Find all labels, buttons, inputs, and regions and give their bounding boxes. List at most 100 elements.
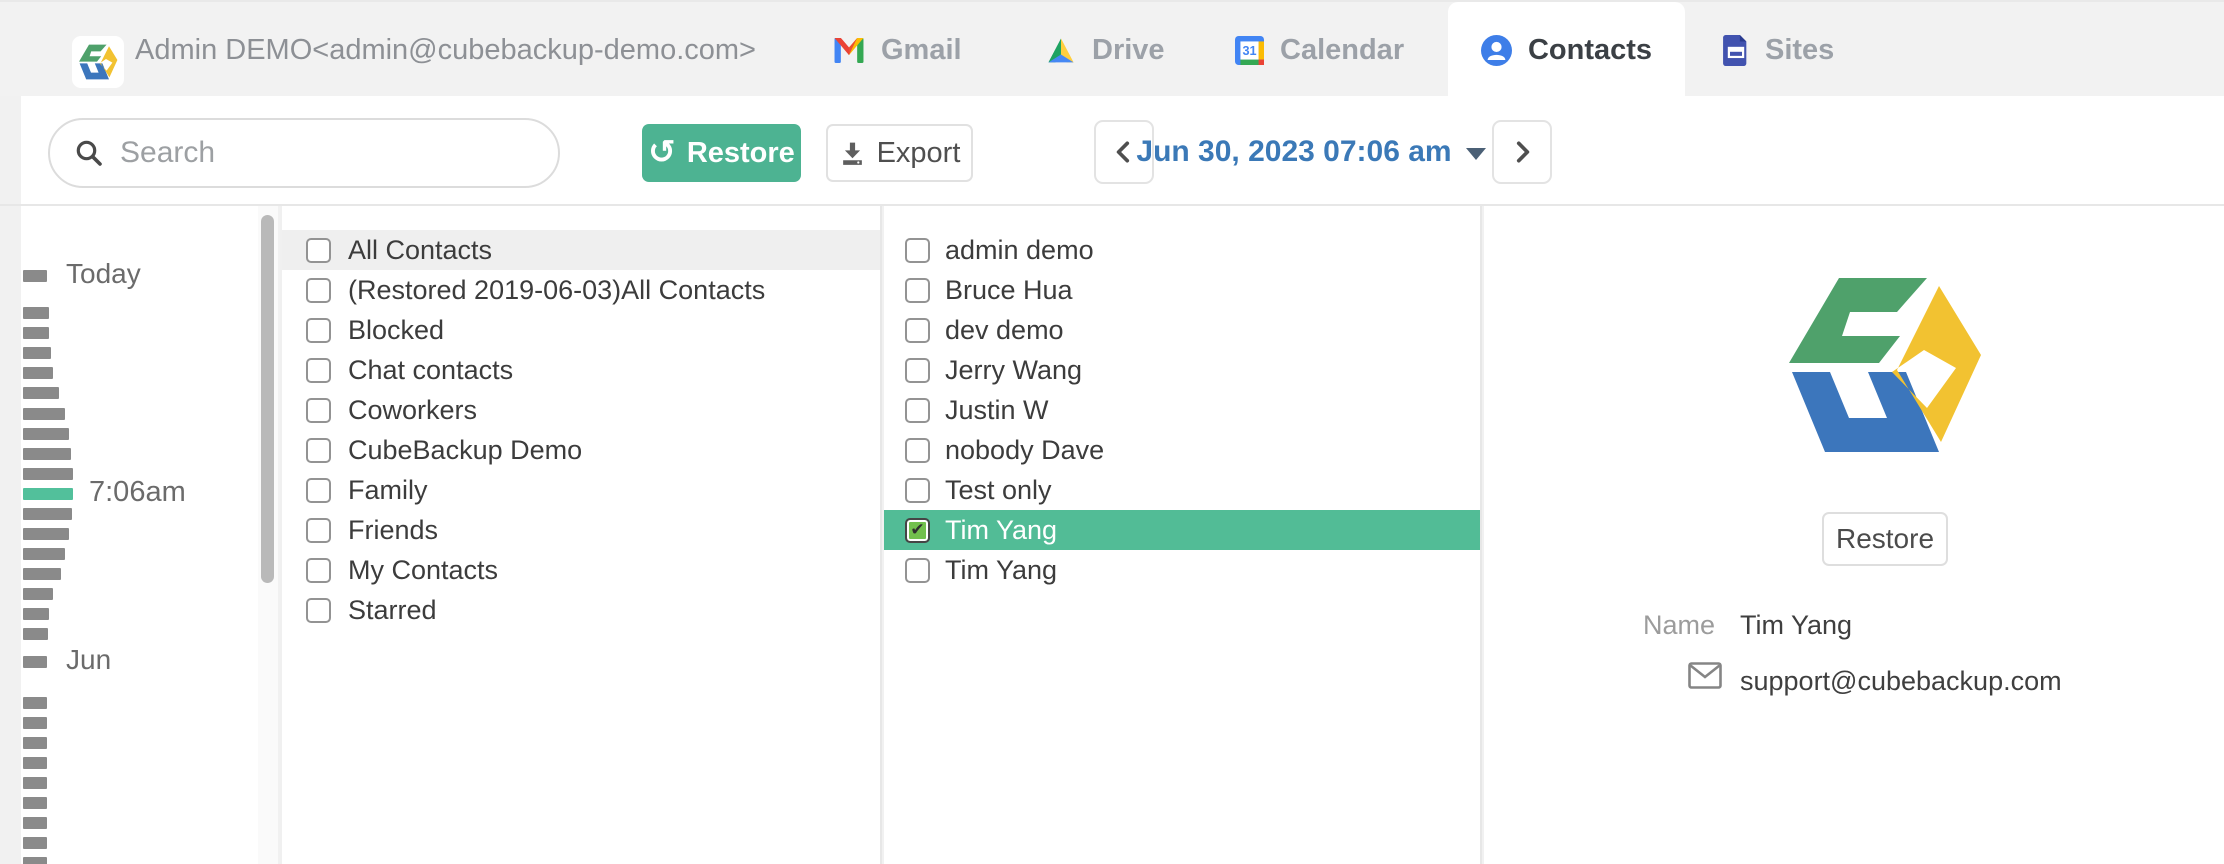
group-label: Coworkers: [348, 395, 477, 426]
tab-drive[interactable]: Drive: [1046, 2, 1165, 98]
timeline-bar[interactable]: [23, 408, 65, 420]
checkbox[interactable]: [905, 318, 930, 343]
group-list: All Contacts(Restored 2019-06-03)All Con…: [282, 230, 880, 630]
contact-row[interactable]: Jerry Wang: [884, 350, 1480, 390]
email-field-value: support@cubebackup.com: [1740, 666, 2062, 697]
timeline-bar[interactable]: [23, 837, 47, 849]
checkbox[interactable]: [905, 478, 930, 503]
group-label: Chat contacts: [348, 355, 513, 386]
timeline-bar[interactable]: [23, 548, 65, 560]
timeline-bar[interactable]: [23, 307, 49, 319]
export-button[interactable]: Export: [826, 124, 973, 182]
account-label: Admin DEMO<admin@cubebackup-demo.com>: [135, 2, 756, 98]
group-row[interactable]: CubeBackup Demo: [282, 430, 880, 470]
snapshot-date-dropdown[interactable]: Jun 30, 2023 07:06 am: [1161, 120, 1461, 184]
checkbox[interactable]: [905, 558, 930, 583]
checkbox[interactable]: [905, 358, 930, 383]
timeline-bar[interactable]: [23, 448, 71, 460]
timeline-bar[interactable]: [23, 857, 47, 864]
timeline-bar[interactable]: [23, 717, 47, 729]
timeline-bar[interactable]: [23, 757, 47, 769]
group-label: My Contacts: [348, 555, 498, 586]
timeline-bar[interactable]: [23, 697, 47, 709]
contact-row[interactable]: Tim Yang: [884, 510, 1480, 550]
checkbox[interactable]: [905, 438, 930, 463]
tab-gmail[interactable]: Gmail: [833, 2, 962, 98]
checkbox[interactable]: [306, 358, 331, 383]
scrollbar-thumb[interactable]: [261, 215, 274, 583]
checkbox[interactable]: [905, 398, 930, 423]
checkbox[interactable]: [306, 398, 331, 423]
checkbox[interactable]: [306, 238, 331, 263]
timeline-bar[interactable]: [23, 347, 51, 359]
svg-text:31: 31: [1242, 44, 1256, 58]
timeline-bar[interactable]: [23, 608, 49, 620]
checkbox[interactable]: [905, 278, 930, 303]
timeline-bar[interactable]: [23, 628, 48, 640]
timeline-bar[interactable]: [23, 797, 47, 809]
timeline-bar[interactable]: [23, 270, 47, 282]
cubebackup-logo-large: [1784, 270, 1984, 460]
timeline-bar[interactable]: [23, 588, 53, 600]
checkbox[interactable]: [306, 438, 331, 463]
contact-row[interactable]: dev demo: [884, 310, 1480, 350]
group-row[interactable]: Family: [282, 470, 880, 510]
contact-detail-panel: Restore Name Tim Yang support@cubebackup…: [1484, 206, 2224, 864]
group-row[interactable]: All Contacts: [282, 230, 880, 270]
contact-row[interactable]: Test only: [884, 470, 1480, 510]
tab-sites[interactable]: Sites: [1723, 2, 1834, 98]
contact-row[interactable]: Tim Yang: [884, 550, 1480, 590]
group-row[interactable]: Chat contacts: [282, 350, 880, 390]
timeline-bar[interactable]: [23, 656, 47, 668]
checkbox[interactable]: [306, 518, 331, 543]
timeline-bar[interactable]: [23, 468, 73, 480]
contact-groups-panel: All Contacts(Restored 2019-06-03)All Con…: [280, 206, 882, 864]
timeline-bar[interactable]: [23, 777, 47, 789]
export-button-label: Export: [877, 137, 961, 170]
group-row[interactable]: Starred: [282, 590, 880, 630]
contact-label: Bruce Hua: [945, 275, 1073, 306]
checkbox-checked[interactable]: [905, 518, 930, 543]
group-label: Friends: [348, 515, 438, 546]
search-box[interactable]: [48, 118, 560, 188]
checkbox[interactable]: [306, 598, 331, 623]
contacts-icon: [1481, 35, 1512, 66]
group-row[interactable]: (Restored 2019-06-03)All Contacts: [282, 270, 880, 310]
group-row[interactable]: Coworkers: [282, 390, 880, 430]
restore-contact-button[interactable]: Restore: [1822, 512, 1948, 566]
tab-calendar[interactable]: 31 Calendar: [1235, 2, 1404, 98]
checkbox[interactable]: [306, 278, 331, 303]
contact-row[interactable]: Bruce Hua: [884, 270, 1480, 310]
group-row[interactable]: Blocked: [282, 310, 880, 350]
timeline-bar[interactable]: [23, 387, 59, 399]
chevron-down-icon: [1466, 148, 1486, 160]
timeline-bar[interactable]: [23, 428, 69, 440]
contact-label: Tim Yang: [945, 515, 1057, 546]
timeline-bar-selected[interactable]: [23, 488, 73, 500]
timeline-bar[interactable]: [23, 327, 49, 339]
timeline-bar[interactable]: [23, 737, 47, 749]
group-row[interactable]: My Contacts: [282, 550, 880, 590]
restore-button[interactable]: ↺ Restore: [642, 124, 801, 182]
checkbox[interactable]: [905, 238, 930, 263]
name-field-label: Name: [1594, 610, 1715, 641]
timeline-bar[interactable]: [23, 367, 53, 379]
search-input[interactable]: [120, 136, 538, 170]
gmail-icon: [833, 38, 865, 63]
checkbox[interactable]: [306, 318, 331, 343]
timeline-scrollbar[interactable]: [258, 206, 278, 864]
contact-row[interactable]: admin demo: [884, 230, 1480, 270]
checkbox[interactable]: [306, 478, 331, 503]
contact-row[interactable]: Justin W: [884, 390, 1480, 430]
next-snapshot-button[interactable]: [1492, 120, 1552, 184]
timeline-bar[interactable]: [23, 528, 69, 540]
contact-row[interactable]: nobody Dave: [884, 430, 1480, 470]
group-row[interactable]: Friends: [282, 510, 880, 550]
checkbox[interactable]: [306, 558, 331, 583]
timeline-bar[interactable]: [23, 508, 72, 520]
timeline-bar[interactable]: [23, 817, 47, 829]
tab-contacts[interactable]: Contacts: [1448, 2, 1685, 98]
timeline-bar[interactable]: [23, 568, 61, 580]
chevron-right-icon: [1509, 139, 1535, 165]
app-header: Admin DEMO<admin@cubebackup-demo.com> Gm…: [0, 0, 2224, 96]
